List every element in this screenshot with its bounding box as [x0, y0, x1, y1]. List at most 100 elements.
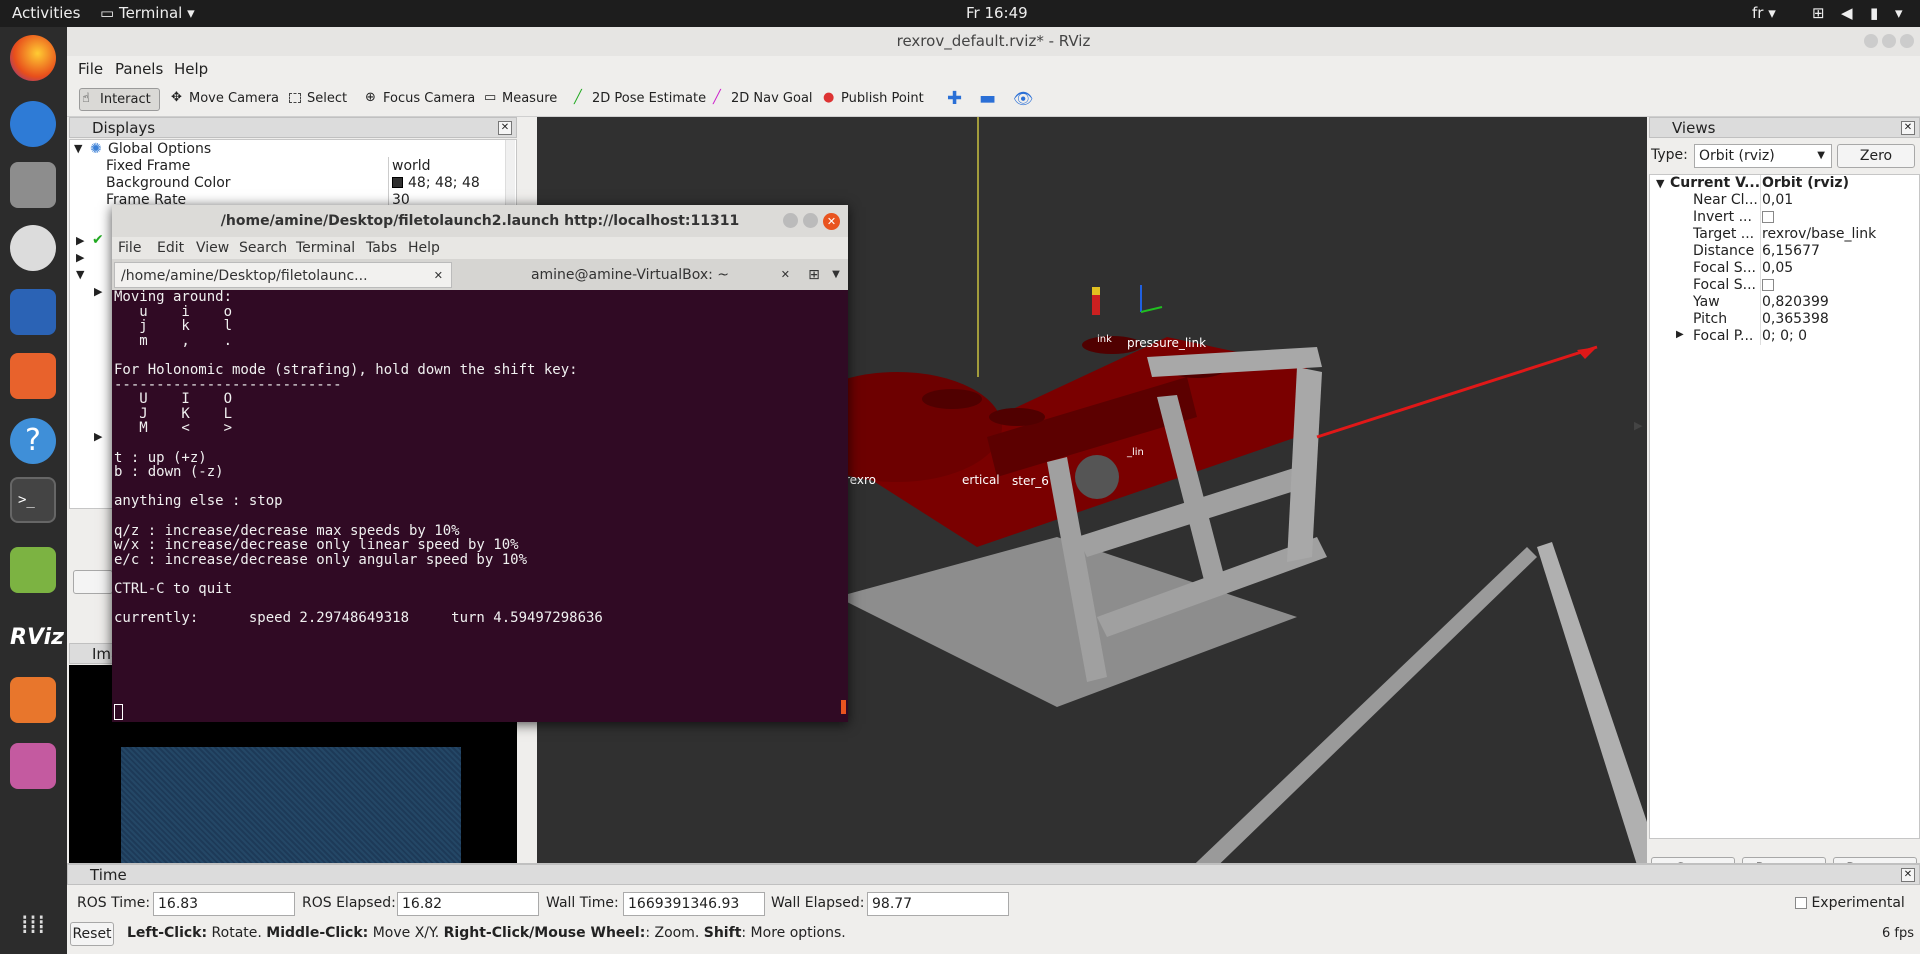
terminal-menu-search[interactable]: Search — [239, 240, 287, 256]
measure-tool[interactable]: ▭ Measure — [482, 88, 557, 111]
activities-button[interactable]: Activities — [12, 4, 80, 22]
tabs-menu-icon[interactable]: ▼ — [826, 262, 846, 288]
terminal-maximize-icon[interactable] — [803, 213, 818, 228]
focal-shape-checkbox[interactable] — [1762, 277, 1774, 293]
menu-file[interactable]: File — [78, 60, 103, 78]
help-icon[interactable]: ? — [10, 418, 56, 464]
terminal-output[interactable]: Moving around: u i o j k l m , . For Hol… — [112, 290, 848, 722]
remote-desktop-icon[interactable] — [10, 743, 56, 789]
displays-title: Displays ✕ — [69, 117, 517, 138]
maximize-icon[interactable] — [1882, 34, 1896, 48]
view-row[interactable]: Invert ... — [1650, 209, 1920, 226]
software-icon[interactable] — [10, 353, 56, 399]
expand-arrow-icon-views[interactable]: ▶ — [1676, 329, 1684, 340]
move-camera-tool[interactable]: ✥ Move Camera — [169, 88, 279, 111]
terminal-menu-file[interactable]: File — [118, 240, 141, 256]
expand-arrow-icon-2[interactable]: ▶ — [76, 251, 84, 264]
time-close-icon[interactable]: ✕ — [1901, 868, 1915, 882]
window-titlebar[interactable]: rexrov_default.rviz* - RViz — [67, 27, 1920, 56]
ros-elapsed-field[interactable]: 16.82 — [397, 892, 539, 916]
collapse-arrow-icon[interactable]: ▼ — [74, 142, 82, 155]
terminal-dock-icon[interactable]: >_ — [10, 477, 56, 523]
views-close-icon[interactable]: ✕ — [1901, 121, 1915, 135]
terminal-menu-view[interactable]: View — [196, 240, 229, 256]
red-arrowhead — [1577, 347, 1597, 359]
language-indicator[interactable]: fr ▾ — [1752, 4, 1776, 22]
clock[interactable]: Fr 16:49 — [966, 4, 1028, 22]
map-tool-icon[interactable] — [10, 547, 56, 593]
system-menu-icon[interactable]: ▾ — [1895, 4, 1903, 22]
show-apps-icon[interactable]: ⁞⁞⁞ — [10, 902, 56, 948]
rhythmbox-icon[interactable] — [10, 225, 56, 271]
rviz-dock-icon[interactable]: RViz — [10, 615, 64, 661]
view-row[interactable]: Distance 6,15677 — [1650, 243, 1920, 260]
select-tool[interactable]: Select — [287, 88, 347, 111]
virtualbox-icon[interactable] — [10, 677, 56, 723]
view-row[interactable]: Target ... rexrov/base_link — [1650, 226, 1920, 243]
volume-icon[interactable]: ◀ — [1841, 4, 1853, 22]
ros-time-field[interactable]: 16.83 — [153, 892, 295, 916]
terminal-menu-help[interactable]: Help — [408, 240, 440, 256]
new-tab-icon[interactable]: ⊞ — [802, 262, 826, 288]
focus-camera-tool[interactable]: ⊕ Focus Camera — [363, 88, 475, 111]
terminal-tab-2[interactable]: amine@amine-VirtualBox: ~ ✕ — [456, 262, 798, 288]
tool-properties-icon[interactable]: 👁 — [1013, 88, 1033, 111]
minimize-icon[interactable] — [1864, 34, 1878, 48]
bg-color-value[interactable]: 48; 48; 48 — [408, 175, 480, 191]
pose-estimate-tool[interactable]: ╱ 2D Pose Estimate — [572, 88, 706, 111]
fixed-frame-value[interactable]: world — [392, 158, 431, 174]
collapse-views-arrow-icon[interactable]: ▶ — [1634, 419, 1642, 432]
add-display-button[interactable] — [73, 570, 113, 594]
battery-icon[interactable]: ▮ — [1870, 4, 1878, 22]
experimental-checkbox[interactable]: Experimental — [1795, 895, 1905, 911]
zero-button[interactable]: Zero — [1837, 144, 1915, 168]
view-row[interactable]: Near Cl... 0,01 — [1650, 192, 1920, 209]
files-icon[interactable] — [10, 162, 56, 208]
menu-help[interactable]: Help — [174, 60, 208, 78]
terminal-close-icon[interactable]: ✕ — [823, 213, 840, 230]
reset-button[interactable]: Reset — [70, 922, 114, 946]
nav-goal-tool[interactable]: ╱ 2D Nav Goal — [711, 88, 813, 111]
label-pressure: pressure_link — [1127, 336, 1206, 350]
expand-arrow-icon-4[interactable]: ▶ — [94, 430, 102, 443]
global-options-label[interactable]: Global Options — [108, 141, 211, 157]
expand-arrow-icon[interactable]: ▶ — [76, 234, 84, 247]
label-vertical: ertical — [962, 473, 1000, 487]
add-tool-icon[interactable]: ✚ — [947, 88, 962, 111]
tab-close-icon[interactable]: ✕ — [434, 263, 443, 289]
writer-icon[interactable] — [10, 289, 56, 335]
expand-arrow-icon-3[interactable]: ▶ — [94, 285, 102, 298]
terminal-scroll-indicator[interactable] — [841, 700, 846, 714]
current-view-value: Orbit (rviz) — [1762, 175, 1849, 191]
wall-time-field[interactable]: 1669391346.93 — [623, 892, 765, 916]
network-icon[interactable]: ⊞ — [1812, 4, 1825, 22]
hint-rotate: Rotate. — [207, 925, 267, 941]
firefox-icon[interactable] — [10, 35, 56, 81]
thunderbird-icon[interactable] — [10, 101, 56, 147]
view-row[interactable]: ▶ Focal P... 0; 0; 0 — [1650, 328, 1920, 345]
view-row[interactable]: Focal S... — [1650, 277, 1920, 294]
displays-title-label: Displays — [92, 119, 156, 137]
publish-point-tool[interactable]: ● Publish Point — [821, 88, 924, 111]
invert-checkbox[interactable] — [1762, 209, 1774, 225]
app-menu-terminal[interactable]: ▭ Terminal ▾ — [100, 4, 195, 22]
terminal-menu-edit[interactable]: Edit — [157, 240, 184, 256]
terminal-tab-1[interactable]: /home/amine/Desktop/filetolaunc... ✕ — [114, 262, 452, 288]
displays-close-icon[interactable]: ✕ — [498, 121, 512, 135]
close-icon[interactable] — [1900, 34, 1914, 48]
view-row[interactable]: Pitch 0,365398 — [1650, 311, 1920, 328]
tab-close-icon-2[interactable]: ✕ — [781, 262, 790, 288]
collapse-arrow-icon-2[interactable]: ▼ — [76, 268, 84, 281]
interact-tool[interactable]: ☝ Interact — [79, 88, 160, 111]
view-type-select[interactable]: Orbit (rviz) ▼ — [1694, 144, 1832, 168]
collapse-arrow-icon-views[interactable]: ▼ — [1656, 177, 1664, 190]
terminal-minimize-icon[interactable] — [783, 213, 798, 228]
remove-tool-icon[interactable]: ▬ — [979, 88, 996, 111]
terminal-titlebar[interactable]: /home/amine/Desktop/filetolaunch2.launch… — [112, 205, 848, 237]
view-row[interactable]: Focal S... 0,05 — [1650, 260, 1920, 277]
wall-elapsed-field[interactable]: 98.77 — [867, 892, 1009, 916]
terminal-menu-tabs[interactable]: Tabs — [366, 240, 397, 256]
terminal-menu-terminal[interactable]: Terminal — [296, 240, 355, 256]
view-row[interactable]: Yaw 0,820399 — [1650, 294, 1920, 311]
menu-panels[interactable]: Panels — [115, 60, 163, 78]
